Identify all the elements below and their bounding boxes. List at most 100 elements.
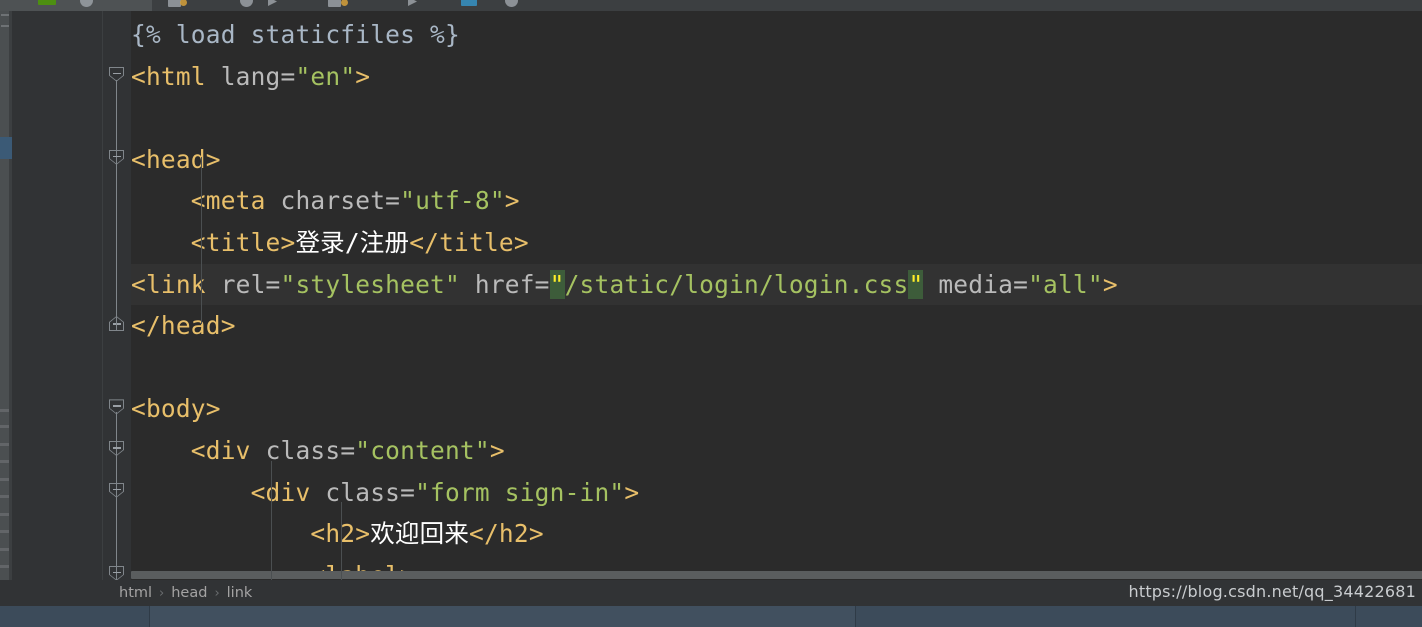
code-line[interactable]: 6 <title>登录/注册</title> xyxy=(131,222,1422,264)
code-line[interactable]: 12 <div class="form sign-in"> xyxy=(131,472,1422,514)
code-line-text: <title>登录/注册</title> xyxy=(131,222,529,264)
code-token: > xyxy=(624,477,640,507)
rail-stripe xyxy=(0,530,9,533)
code-token: media= xyxy=(938,269,1029,299)
code-token: <meta xyxy=(131,186,281,216)
code-line[interactable]: 3 xyxy=(131,97,1422,139)
code-token: class= xyxy=(265,436,356,465)
status-bar-divider xyxy=(1355,606,1356,627)
code-token: <body> xyxy=(131,394,221,424)
code-line-text: <body> xyxy=(131,388,221,430)
code-line-text: <head> xyxy=(131,139,221,181)
code-token: href= xyxy=(474,269,550,299)
minus-icon xyxy=(112,405,121,407)
code-text-area[interactable]: 1{% load staticfiles %}2<html lang="en">… xyxy=(131,11,1422,580)
status-bar-divider xyxy=(149,606,150,627)
code-token: <html xyxy=(131,61,221,91)
back-arrow-icon[interactable] xyxy=(408,0,417,6)
code-token: lang= xyxy=(220,61,296,91)
rail-tick xyxy=(1,25,9,27)
code-token: charset= xyxy=(280,186,401,216)
rail-stripe xyxy=(0,460,9,463)
rail-stripe xyxy=(0,565,9,568)
forward-arrow-icon[interactable] xyxy=(268,0,277,6)
code-line-text: {% load staticfiles %} xyxy=(131,14,460,56)
code-token: "all" xyxy=(1028,269,1103,299)
breadcrumb-item-html[interactable]: html xyxy=(119,585,152,601)
minus-icon xyxy=(112,447,121,449)
code-token: {% load staticfiles %} xyxy=(131,20,460,49)
code-token: "utf-8" xyxy=(400,186,505,216)
code-token: </h2> xyxy=(469,519,544,549)
code-line-text: </head> xyxy=(131,305,236,347)
rail-current-marker[interactable] xyxy=(0,137,12,159)
run-icon[interactable] xyxy=(38,0,56,5)
code-token: </title> xyxy=(409,228,529,257)
breadcrumb-item-head[interactable]: head xyxy=(171,585,207,601)
top-toolbar-strip[interactable] xyxy=(0,0,1422,11)
rail-stripe xyxy=(0,548,9,551)
code-line-text: <html lang="en"> xyxy=(131,56,370,98)
breadcrumb-bar: html › head › link https://blog.csdn.net/qq_… xyxy=(0,580,1422,606)
rail-stripe xyxy=(0,443,9,446)
bookmark-icon[interactable] xyxy=(180,0,187,6)
minus-icon xyxy=(112,72,121,75)
fold-connector-line xyxy=(116,79,117,332)
code-token: " xyxy=(549,269,565,299)
code-line[interactable]: 5 <meta charset="utf-8"> xyxy=(131,180,1422,222)
minus-icon xyxy=(112,571,121,574)
code-token: "stylesheet" xyxy=(280,269,460,299)
code-token: "en" xyxy=(295,61,356,91)
breadcrumb-item-link[interactable]: link xyxy=(227,585,253,601)
code-line[interactable]: 4<head> xyxy=(131,139,1422,181)
document-icon[interactable] xyxy=(328,0,341,7)
code-line[interactable]: 9 xyxy=(131,347,1422,389)
code-line[interactable]: 7<link rel="stylesheet" href="/static/lo… xyxy=(131,263,1422,306)
breadcrumb[interactable]: html › head › link xyxy=(119,585,252,601)
code-line-text: <div class="form sign-in"> xyxy=(131,472,640,514)
rail-stripe xyxy=(0,409,9,412)
rail-stripe xyxy=(0,478,9,481)
status-bar-divider xyxy=(855,606,856,627)
toolbar-tab-group[interactable] xyxy=(0,0,152,11)
code-token: > xyxy=(504,186,520,216)
code-token: > xyxy=(355,61,371,91)
code-token: rel= xyxy=(220,269,281,299)
status-bar-segment[interactable] xyxy=(150,606,855,627)
rail-stripe xyxy=(0,425,9,428)
code-token: 欢迎回来 xyxy=(370,519,470,549)
status-bar[interactable] xyxy=(0,606,1422,627)
code-token: " xyxy=(908,269,924,299)
code-token: </head> xyxy=(131,311,236,341)
code-editor[interactable]: 1{% load staticfiles %}2<html lang="en">… xyxy=(12,11,1422,621)
code-line[interactable]: 8</head> xyxy=(131,305,1422,347)
minus-icon xyxy=(112,488,121,491)
indent-guide xyxy=(201,157,202,324)
left-marker-rail[interactable] xyxy=(0,11,12,580)
code-folding-column[interactable] xyxy=(103,11,131,621)
code-line-text: <div class="content"> xyxy=(131,430,505,472)
warning-dot-icon[interactable] xyxy=(341,0,348,6)
code-token: <div xyxy=(131,477,326,507)
database-icon[interactable] xyxy=(461,0,477,6)
watermark-text: https://blog.csdn.net/qq_34422681 xyxy=(1128,582,1416,601)
code-line[interactable]: 11 <div class="content"> xyxy=(131,430,1422,472)
rail-stripe xyxy=(0,513,9,516)
code-token: <div xyxy=(131,436,266,465)
code-line[interactable]: 10<body> xyxy=(131,388,1422,430)
horizontal-scrollbar-thumb[interactable] xyxy=(131,571,1422,579)
gear-icon[interactable] xyxy=(240,0,253,7)
code-token: <h2> xyxy=(131,519,371,549)
code-token: <title> xyxy=(131,228,296,257)
refresh-icon[interactable] xyxy=(505,0,518,7)
code-line[interactable]: 2<html lang="en"> xyxy=(131,56,1422,98)
code-line-text: <meta charset="utf-8"> xyxy=(131,180,520,222)
code-token: "form sign-in" xyxy=(415,477,625,507)
line-number-gutter[interactable] xyxy=(12,11,102,580)
code-line[interactable]: 1{% load staticfiles %} xyxy=(131,14,1422,56)
horizontal-scrollbar-track[interactable] xyxy=(131,571,1422,580)
code-token: class= xyxy=(325,477,416,507)
code-line[interactable]: 13 <h2>欢迎回来</h2> xyxy=(131,513,1422,555)
